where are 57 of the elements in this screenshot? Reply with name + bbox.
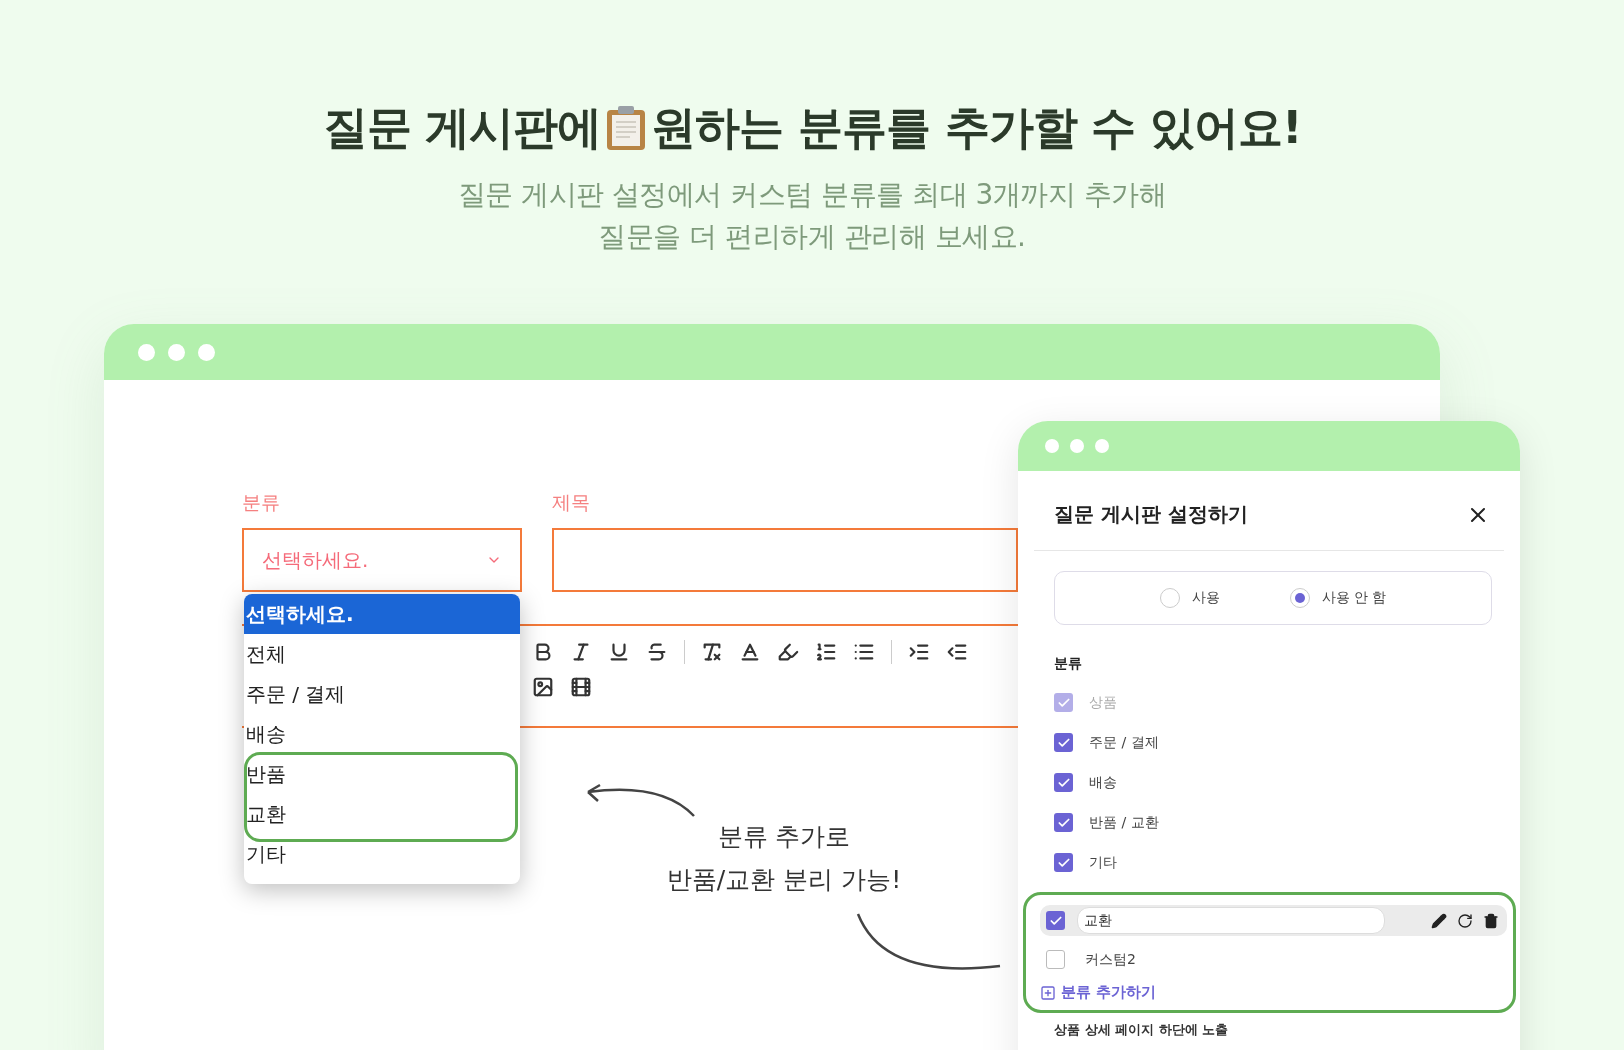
checkbox-label: 기타: [1089, 853, 1117, 872]
field-label: 분류: [242, 490, 280, 515]
annotation-text: 반품/교환 분리 가능!: [666, 864, 902, 896]
checkbox-label: 반품 / 교환: [1089, 813, 1159, 832]
dropdown-option[interactable]: 전체: [244, 634, 520, 674]
category-input[interactable]: 교환: [1077, 907, 1385, 934]
add-category-button[interactable]: 분류 추가하기: [1040, 983, 1507, 1002]
bullet-list-icon[interactable]: [853, 641, 875, 663]
text-color-icon[interactable]: [739, 641, 761, 663]
title-input[interactable]: [552, 528, 1018, 592]
outdent-icon[interactable]: [946, 641, 968, 663]
checkbox-label: 상품: [1089, 693, 1117, 712]
dropdown-option[interactable]: 주문 / 결제: [244, 674, 520, 714]
window-dot: [138, 343, 155, 361]
indent-icon[interactable]: [908, 641, 930, 663]
reset-icon[interactable]: [1457, 912, 1473, 929]
checkbox-label: 커스텀2: [1085, 950, 1136, 969]
window-dot: [198, 343, 215, 361]
dropdown-option[interactable]: 기타: [244, 834, 520, 874]
annotation-text: 분류 추가로: [717, 821, 851, 853]
subtitle: 질문을 더 편리하게 관리해 보세요.: [598, 219, 1026, 255]
dropdown-option[interactable]: 반품: [244, 754, 520, 794]
radio-label: 사용 안 함: [1321, 589, 1387, 607]
radio-label: 사용: [1191, 589, 1220, 607]
plus-icon: [1040, 984, 1056, 1001]
dropdown-option[interactable]: 교환: [244, 794, 520, 834]
underline-icon[interactable]: [608, 641, 630, 663]
edit-icon[interactable]: [1431, 912, 1447, 929]
video-icon[interactable]: [570, 676, 592, 698]
highlight-icon[interactable]: [777, 641, 799, 663]
headline: 원하는 분류를 추가할 수 있어요!: [651, 100, 1302, 156]
checkbox[interactable]: [1046, 950, 1065, 969]
delete-icon[interactable]: [1483, 912, 1499, 929]
image-icon[interactable]: [532, 676, 554, 698]
field-label: 제목: [552, 490, 590, 515]
subtitle: 질문 게시판 설정에서 커스텀 분류를 최대 3개까지 추가해: [457, 177, 1167, 213]
checkbox[interactable]: [1046, 911, 1065, 930]
clipboard-icon: [605, 105, 648, 151]
section-label: 분류: [1054, 655, 1083, 673]
setting-label: 상품 상세 페이지 하단에 노출: [1054, 1021, 1230, 1039]
checkbox[interactable]: [1054, 813, 1073, 832]
window-dot: [1045, 439, 1059, 453]
clear-format-icon[interactable]: [701, 641, 723, 663]
dropdown-option[interactable]: 선택하세요.: [244, 594, 520, 634]
checkbox[interactable]: [1054, 853, 1073, 872]
checkbox-label: 주문 / 결제: [1089, 733, 1159, 752]
numbered-list-icon[interactable]: [815, 641, 837, 663]
dropdown-option[interactable]: 배송: [244, 714, 520, 754]
checkbox[interactable]: [1054, 773, 1073, 792]
strikethrough-icon[interactable]: [646, 641, 668, 663]
checkbox[interactable]: [1054, 733, 1073, 752]
window-dot: [168, 343, 185, 361]
window-dot: [1070, 439, 1084, 453]
panel-title: 질문 게시판 설정하기: [1054, 501, 1248, 528]
window-dot: [1095, 439, 1109, 453]
checkbox-label: 배송: [1089, 773, 1117, 792]
headline: 질문 게시판에: [322, 100, 602, 156]
